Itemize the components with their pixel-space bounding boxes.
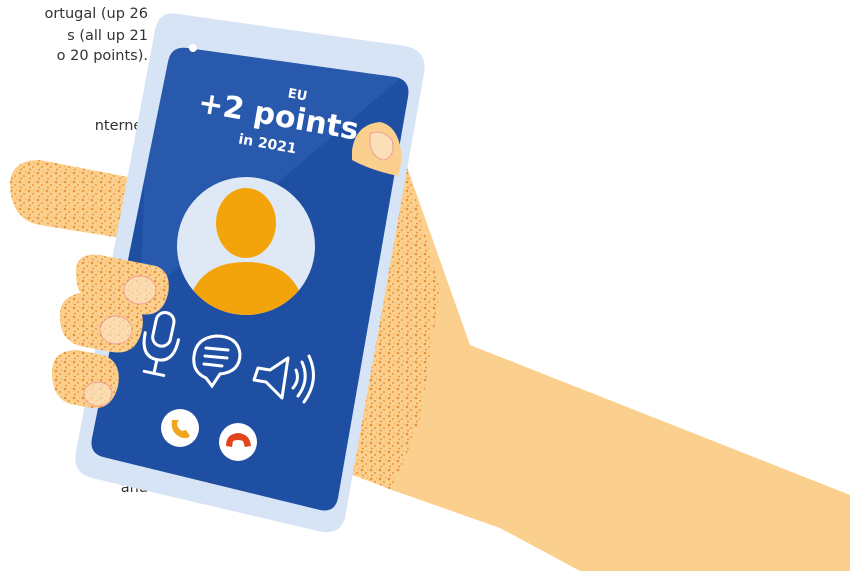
decline-call-button[interactable] <box>219 423 257 461</box>
hand-phone-illustration: EU +2 points in 2021 <box>10 13 850 571</box>
camera-dot <box>189 44 197 52</box>
palm-and-arm <box>340 123 850 571</box>
accept-call-button[interactable] <box>161 409 199 447</box>
